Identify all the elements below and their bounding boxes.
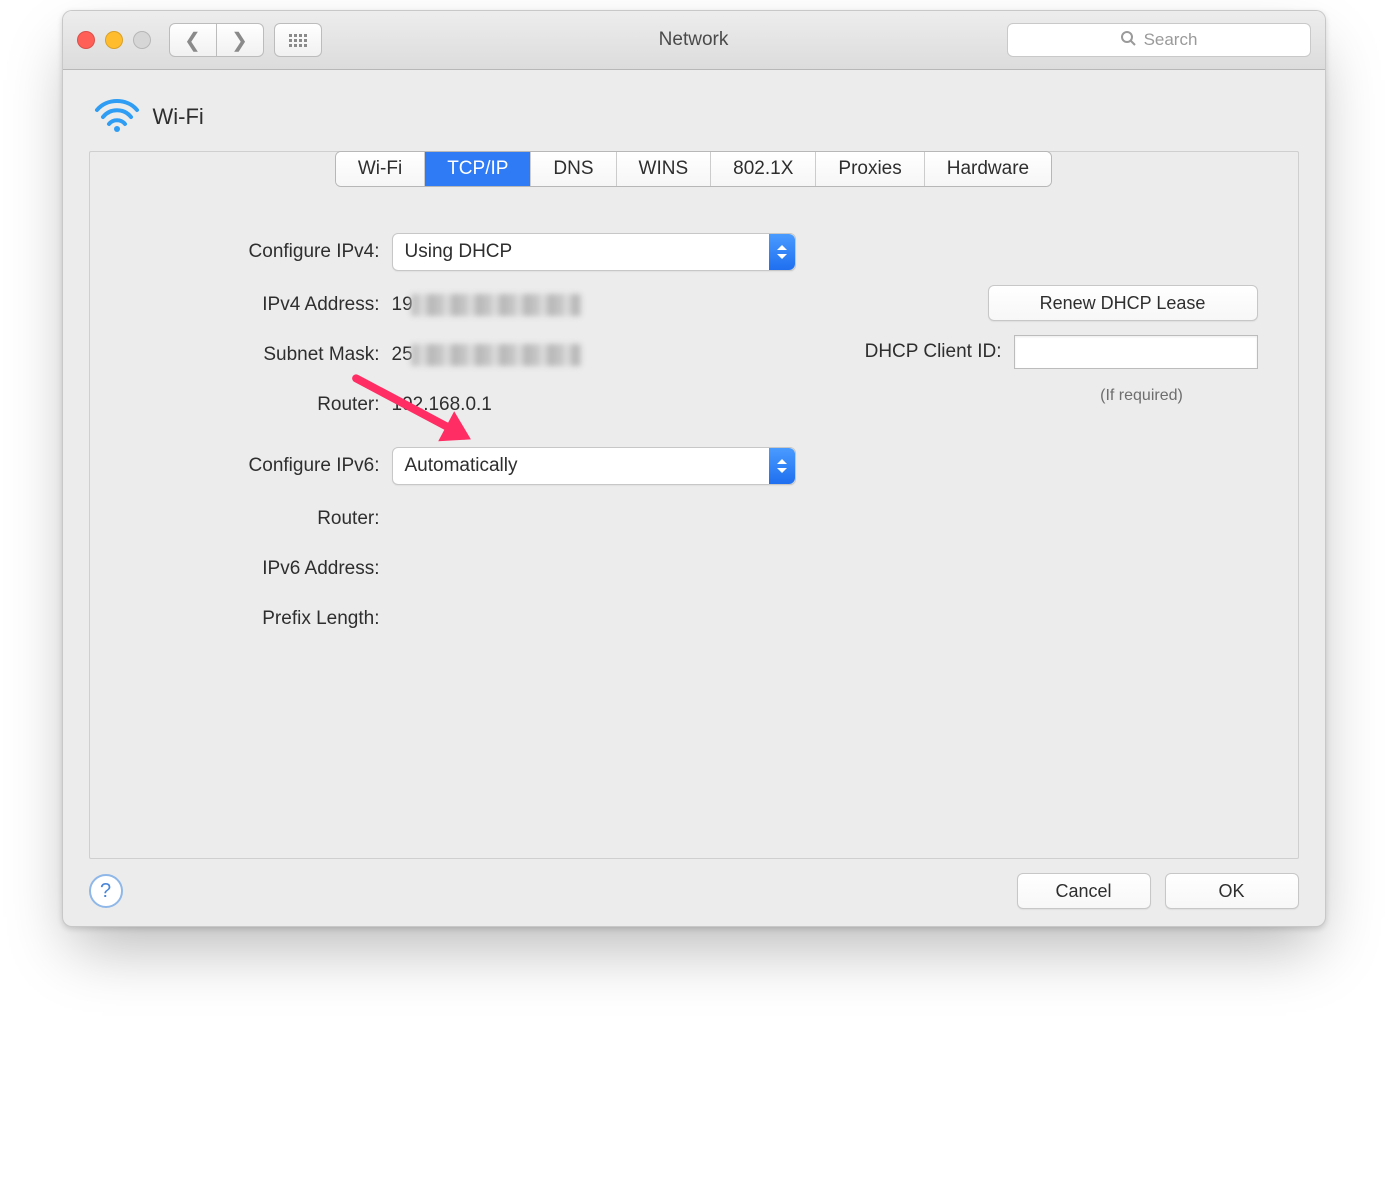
configure-ipv6-value: Automatically (405, 455, 518, 477)
ipv4-address-label: IPv4 Address: (130, 294, 392, 316)
search-placeholder: Search (1144, 30, 1198, 50)
traffic-lights (77, 31, 151, 49)
dhcp-client-id-label: DHCP Client ID: (865, 341, 1014, 363)
subnet-mask-label: Subnet Mask: (130, 344, 392, 366)
settings-panel: Wi-FiTCP/IPDNSWINS802.1XProxiesHardware … (89, 151, 1299, 859)
tab-dns[interactable]: DNS (531, 152, 616, 186)
router-label: Router: (130, 394, 392, 416)
prefix-length-label: Prefix Length: (130, 608, 392, 630)
redacted-ipv4-address (411, 294, 581, 316)
minimize-window-button[interactable] (105, 31, 123, 49)
tab-hardware[interactable]: Hardware (925, 152, 1051, 186)
chevron-right-icon: ❯ (231, 28, 248, 53)
configure-ipv4-select[interactable]: Using DHCP (392, 233, 796, 271)
ipv6-address-label: IPv6 Address: (130, 558, 392, 580)
configure-ipv4-value: Using DHCP (405, 241, 513, 263)
dhcp-client-id-hint: (If required) (1026, 387, 1258, 405)
configure-ipv4-label: Configure IPv4: (130, 241, 392, 263)
network-preferences-window: ❮ ❯ Network Search (62, 10, 1326, 927)
help-button[interactable]: ? (89, 874, 123, 908)
dhcp-client-id-input[interactable] (1014, 335, 1258, 369)
ipv6-router-label: Router: (130, 508, 392, 530)
close-window-button[interactable] (77, 31, 95, 49)
help-icon: ? (100, 880, 111, 903)
chevron-left-icon: ❮ (184, 28, 201, 53)
interface-header: Wi-Fi (93, 96, 1299, 137)
tab-proxies[interactable]: Proxies (816, 152, 924, 186)
tab-tcp-ip[interactable]: TCP/IP (425, 152, 531, 186)
stepper-icon (769, 234, 795, 270)
search-field[interactable]: Search (1007, 23, 1311, 57)
zoom-window-button[interactable] (133, 31, 151, 49)
cancel-button[interactable]: Cancel (1017, 873, 1151, 909)
search-icon (1120, 30, 1136, 51)
subnet-mask-value: 25 (392, 344, 581, 366)
stepper-icon (769, 448, 795, 484)
router-value: 192.168.0.1 (392, 394, 492, 416)
forward-button[interactable]: ❯ (217, 23, 264, 57)
grid-icon (289, 34, 307, 47)
back-button[interactable]: ❮ (169, 23, 217, 57)
settings-tabs: Wi-FiTCP/IPDNSWINS802.1XProxiesHardware (335, 151, 1052, 187)
interface-name: Wi-Fi (153, 104, 204, 130)
wifi-icon (93, 96, 141, 137)
configure-ipv6-label: Configure IPv6: (130, 455, 392, 477)
tab-wins[interactable]: WINS (617, 152, 712, 186)
renew-dhcp-lease-button[interactable]: Renew DHCP Lease (988, 285, 1258, 321)
redacted-subnet (411, 344, 581, 366)
tab-802-1x[interactable]: 802.1X (711, 152, 816, 186)
configure-ipv6-select[interactable]: Automatically (392, 447, 796, 485)
title-bar: ❮ ❯ Network Search (63, 11, 1325, 70)
ipv4-address-value: 19 (392, 294, 581, 316)
nav-buttons: ❮ ❯ (169, 23, 264, 57)
tab-wi-fi[interactable]: Wi-Fi (336, 152, 425, 186)
show-all-button[interactable] (274, 23, 322, 57)
ok-button[interactable]: OK (1165, 873, 1299, 909)
